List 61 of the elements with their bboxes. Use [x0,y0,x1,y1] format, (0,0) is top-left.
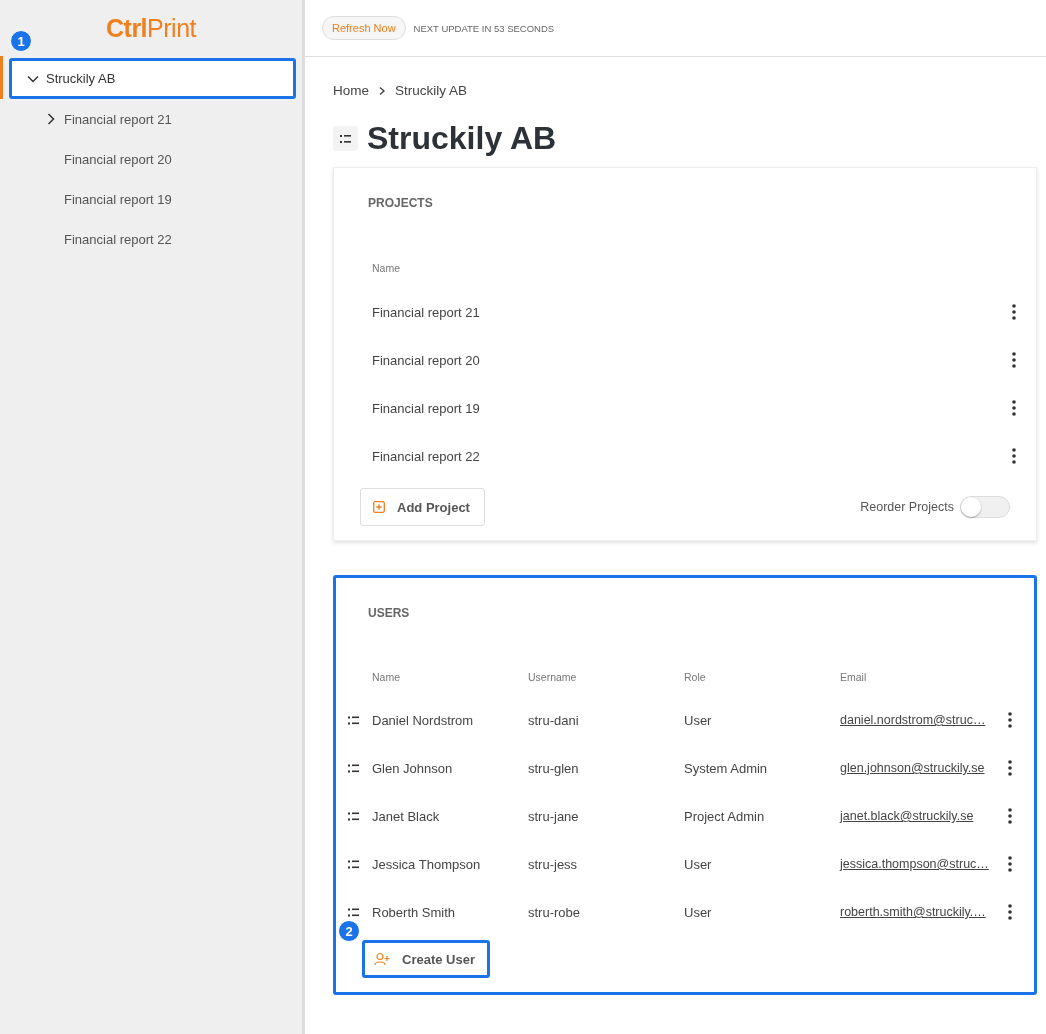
toggle-label: Reorder Projects [860,500,954,514]
table-cell-text: Janet Black [372,808,441,824]
table-cell-text: User [684,856,713,872]
breadcrumb-item: Struckily AB [395,83,468,98]
drag-handle-icon[interactable] [348,763,359,773]
logo: CtrlPrint [106,14,196,43]
column-header: Username [528,671,578,683]
table-cell-text: System Admin [684,760,769,776]
table-cell-text: stru-glen [528,760,580,776]
list-icon[interactable] [333,126,358,151]
tree-item[interactable]: Financial report 20 [0,139,302,179]
drag-handle-icon[interactable] [348,859,359,869]
column-header: Email [840,671,868,683]
email-link[interactable]: roberth.smith@struckily.… [840,905,1002,919]
add-project-button[interactable]: Add Project [360,488,485,526]
update-notice: NEXT UPDATE IN 53 SECONDS [413,22,555,34]
user-plus-icon [374,952,390,966]
table-cell-text: Financial report 19 [372,400,481,416]
table-cell-text: stru-jess [528,856,579,872]
table-cell-text: stru-jane [528,808,580,824]
breadcrumb-item[interactable]: Home [333,83,369,98]
table-cell-text: Project Admin [684,808,766,824]
table-cell-text: Jessica Thompson [372,856,482,872]
create-user-button[interactable]: Create User [362,940,490,978]
column-header: Name [372,671,401,683]
table-cell-text: Glen Johnson [372,760,454,776]
email-link[interactable]: daniel.nordstrom@struc… [840,713,1002,727]
table-cell-text: User [684,712,713,728]
email-link[interactable]: jessica.thompson@struc… [840,857,1002,871]
table-cell-text: Daniel Nordstrom [372,712,475,728]
tree-label: Struckily AB [46,71,116,86]
section-title: USERS [367,605,411,622]
reorder-toggle[interactable] [960,496,1010,518]
tree-label: Financial report 21 [64,111,172,127]
table-cell-text: stru-dani [528,712,580,728]
drag-handle-icon[interactable] [348,811,359,821]
column-header: Name [372,262,401,274]
column-header: Role [684,671,707,683]
page-title: Struckily AB [367,120,557,157]
table-cell-text: User [684,904,713,920]
tree-label: Financial report 19 [64,191,172,207]
callout-badge: 1 [10,30,32,52]
tree-item[interactable]: Financial report 22 [0,219,302,259]
email-link[interactable]: janet.black@struckily.se [840,809,1002,823]
drag-handle-icon[interactable] [348,715,359,725]
table-cell-text: Financial report 20 [372,352,481,368]
chevron-right-icon [377,85,387,96]
email-link[interactable]: glen.johnson@struckily.se [840,761,1002,775]
section-title: PROJECTS [367,195,434,212]
drag-handle-icon[interactable] [348,907,359,917]
table-cell-text: Roberth Smith [372,904,457,920]
callout-badge: 2 [338,920,360,942]
tree-item[interactable]: Struckily AB [9,58,296,99]
tree-label: Financial report 22 [64,231,172,247]
plus-square-icon [373,501,385,513]
table-cell-text: Financial report 21 [372,304,481,320]
tree-item[interactable]: Financial report 21 [0,99,302,139]
table-cell-text: Financial report 22 [372,448,481,464]
tree-item[interactable]: Financial report 19 [0,179,302,219]
tree-label: Financial report 20 [64,151,172,167]
table-cell-text: stru-robe [528,904,582,920]
